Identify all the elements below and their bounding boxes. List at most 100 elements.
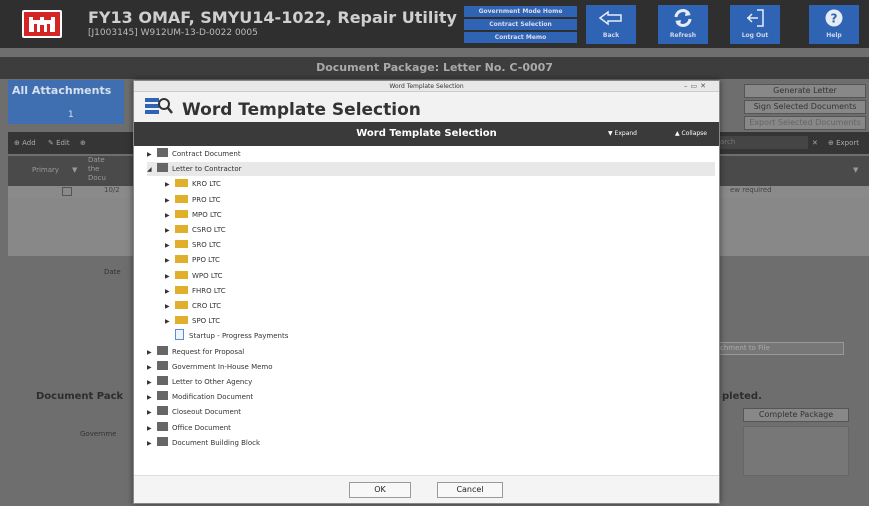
- expand-arrow-icon[interactable]: ◢: [147, 163, 157, 177]
- tree-title: Word Template Selection: [356, 128, 497, 139]
- tree-item-label: Letter to Contractor: [172, 165, 242, 174]
- all-attachments-tab[interactable]: All Attachments 1: [8, 80, 124, 124]
- edit-icon: ✎: [48, 139, 57, 147]
- tree-item[interactable]: ▶ KRO LTC: [165, 177, 715, 191]
- tree-item[interactable]: ▶ CSRO LTC: [165, 223, 715, 237]
- mode-menu: Government Mode Home Contract Selection …: [464, 6, 577, 45]
- back-arrow-icon: [586, 5, 636, 31]
- tree-item-label: PPO LTC: [192, 256, 220, 265]
- contract-memo-button[interactable]: Contract Memo: [464, 32, 577, 43]
- tree-item[interactable]: ▶ Document Building Block: [147, 436, 715, 450]
- export-button[interactable]: ⊕ Export: [828, 139, 859, 147]
- tree-item[interactable]: ▶ Letter to Other Agency: [147, 375, 715, 389]
- tree-item[interactable]: ▶ Contract Document: [147, 147, 715, 161]
- export-selected-documents-button[interactable]: Export Selected Documents: [744, 116, 866, 130]
- attach-to-file-button[interactable]: chment to File: [716, 342, 844, 355]
- search-input[interactable]: arch: [716, 136, 808, 149]
- expand-arrow-icon[interactable]: ▶: [165, 285, 175, 299]
- all-attachments-label: All Attachments: [12, 84, 112, 97]
- add-icon: ⊕: [14, 139, 23, 147]
- category-icon: [157, 406, 168, 416]
- completion-box: [743, 426, 849, 476]
- tree-item[interactable]: ▶ FHRO LTC: [165, 284, 715, 298]
- tree-item[interactable]: ▶ MPO LTC: [165, 208, 715, 222]
- category-icon: [157, 376, 168, 385]
- folder-icon: [175, 209, 188, 218]
- expand-arrow-icon[interactable]: ▶: [147, 422, 157, 436]
- government-label: Governme: [80, 430, 117, 438]
- expand-arrow-icon[interactable]: ▶: [165, 178, 175, 192]
- generate-letter-button[interactable]: Generate Letter: [744, 84, 866, 98]
- complete-package-button[interactable]: Complete Package: [743, 408, 849, 422]
- expand-arrow-icon[interactable]: ▶: [147, 376, 157, 390]
- tree-item[interactable]: ▶ Closeout Document: [147, 405, 715, 419]
- expand-arrow-icon[interactable]: ▶: [165, 224, 175, 238]
- expand-arrow-icon[interactable]: ▶: [165, 270, 175, 284]
- more-icon[interactable]: ⊕: [80, 139, 86, 147]
- tree-item[interactable]: ▶ SPO LTC: [165, 314, 715, 328]
- add-button[interactable]: ⊕ Add: [14, 139, 36, 147]
- expand-arrow-icon[interactable]: ▶: [147, 437, 157, 451]
- expand-arrow-icon[interactable]: ▶: [165, 209, 175, 223]
- tree-header-bar: Word Template Selection ▼ Expand ▲ Colla…: [134, 122, 719, 146]
- row-checkbox[interactable]: [62, 187, 72, 196]
- expand-arrow-icon[interactable]: ▶: [165, 315, 175, 329]
- contract-selection-button[interactable]: Contract Selection: [464, 19, 577, 30]
- filter-icon[interactable]: ▼: [72, 166, 77, 174]
- expand-arrow-icon[interactable]: ▶: [147, 346, 157, 360]
- expand-arrow-icon[interactable]: ▶: [147, 406, 157, 420]
- dialog-header: Word Template Selection: [134, 92, 719, 122]
- help-button[interactable]: ? Help: [809, 5, 859, 44]
- tree-item[interactable]: ▶ PPO LTC: [165, 253, 715, 267]
- category-icon: [157, 345, 168, 355]
- expand-arrow-icon[interactable]: ▶: [147, 361, 157, 375]
- expand-arrow-icon[interactable]: ▶: [147, 148, 157, 162]
- sign-selected-documents-button[interactable]: Sign Selected Documents: [744, 100, 866, 114]
- filter-icon-right[interactable]: ▼: [853, 166, 858, 174]
- expand-arrow-icon[interactable]: ▶: [165, 254, 175, 268]
- cancel-button[interactable]: Cancel: [437, 482, 503, 498]
- tree-item[interactable]: ◢ Letter to Contractor: [147, 162, 715, 177]
- tree-item[interactable]: ▶ SRO LTC: [165, 238, 715, 252]
- expand-arrow-icon[interactable]: ▶: [165, 239, 175, 253]
- folder-icon: [175, 270, 188, 279]
- expand-button[interactable]: ▼ Expand: [608, 122, 637, 146]
- attachment-count: 1: [68, 110, 74, 120]
- tree-item[interactable]: ▶ PRO LTC: [165, 193, 715, 207]
- tree-item-label: Startup - Progress Payments: [189, 332, 289, 341]
- back-button[interactable]: Back: [586, 5, 636, 44]
- expand-arrow-icon[interactable]: ▶: [147, 391, 157, 405]
- tree-item-label: SPO LTC: [192, 317, 221, 326]
- tree-item[interactable]: Startup - Progress Payments: [165, 329, 715, 343]
- refresh-button[interactable]: Refresh: [658, 5, 708, 44]
- tree-item[interactable]: ▶ WPO LTC: [165, 269, 715, 283]
- category-icon: [157, 148, 168, 157]
- collapse-button[interactable]: ▲ Collapse: [675, 122, 707, 146]
- clear-search-icon[interactable]: ✕: [812, 139, 818, 147]
- log-out-icon: [730, 5, 780, 31]
- app-window: FY13 OMAF, SMYU14-1022, Repair Utility […: [0, 0, 869, 506]
- edit-button[interactable]: ✎ Edit: [48, 139, 70, 147]
- category-icon: [157, 360, 168, 370]
- tree-item-label: MPO LTC: [192, 210, 222, 219]
- tree-item[interactable]: ▶ Modification Document: [147, 390, 715, 404]
- tree-item[interactable]: ▶ Request for Proposal: [147, 345, 715, 359]
- category-icon: [157, 421, 168, 431]
- tree-item[interactable]: ▶ CRO LTC: [165, 299, 715, 313]
- document-package-heading: Document Pack: [36, 391, 124, 402]
- ok-button[interactable]: OK: [349, 482, 411, 498]
- primary-column-header[interactable]: Primary: [32, 166, 59, 174]
- window-controls[interactable]: –▭✕: [684, 81, 709, 92]
- export-icon: ⊕: [828, 139, 837, 147]
- log-out-button[interactable]: Log Out: [730, 5, 780, 44]
- government-mode-home-button[interactable]: Government Mode Home: [464, 6, 577, 17]
- tree-item[interactable]: ▶ Government In-House Memo: [147, 360, 715, 374]
- date-column-header[interactable]: Date the Docu: [88, 156, 106, 183]
- category-icon: [157, 163, 168, 173]
- tree-item[interactable]: ▶ Office Document: [147, 421, 715, 435]
- tree-item-label: CRO LTC: [192, 302, 222, 310]
- folder-icon: [175, 255, 188, 264]
- expand-arrow-icon[interactable]: ▶: [165, 194, 175, 208]
- folder-icon: [175, 285, 188, 294]
- expand-arrow-icon[interactable]: ▶: [165, 300, 175, 314]
